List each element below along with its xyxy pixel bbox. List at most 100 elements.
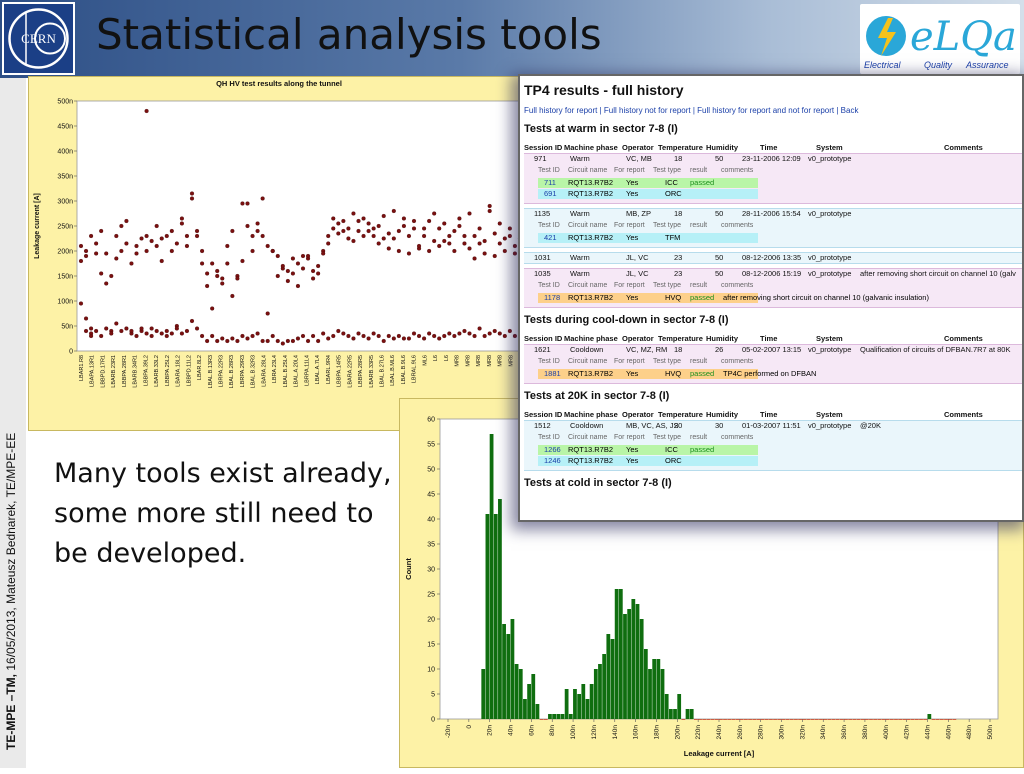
hist-xtick-label: 300n xyxy=(779,725,786,740)
scatter-point xyxy=(104,326,109,331)
tp4-test-row[interactable]: 1266 RQT13.R7B2 Yes ICC passed xyxy=(538,445,1022,455)
scatter-point xyxy=(361,233,366,239)
hist-bar xyxy=(894,719,898,720)
tp4-test-report: Yes xyxy=(626,445,639,454)
tp4-session-row[interactable]: 1035 Warm JL, VC 23 50 08-12-2006 15:19 v0_pro… xyxy=(524,269,1022,279)
hist-xtick-label: 140n xyxy=(612,725,619,740)
tp4-test-row[interactable]: 691 RQT13.R7B2 Yes ORC xyxy=(538,189,1022,199)
tp4-test-header-row: Test ID Circuit name For report Test type re… xyxy=(538,167,1022,177)
hist-xtick-label: 260n xyxy=(737,725,744,740)
tp4-test-row[interactable]: 711 RQT13.R7B2 Yes ICC passed xyxy=(538,178,1022,188)
hist-bar xyxy=(844,719,848,720)
scatter-xtick-label: LBBPD.11L2 xyxy=(186,355,192,386)
scatter-point xyxy=(275,338,280,344)
hist-bar xyxy=(598,664,602,719)
hist-xtick-label: 500n xyxy=(987,725,994,740)
scatter-point xyxy=(129,261,134,266)
scatter-point xyxy=(280,341,285,346)
elqa-tagline-3: Assurance xyxy=(965,60,1009,70)
hist-ytick-label: 10 xyxy=(427,667,435,674)
scatter-point xyxy=(477,326,482,331)
scatter-point xyxy=(109,331,114,336)
scatter-xtick-label: LBAL.B.ML6 xyxy=(390,355,396,386)
scatter-point xyxy=(154,243,159,249)
scatter-point xyxy=(487,203,492,209)
scatter-point xyxy=(472,233,477,239)
scatter-point xyxy=(184,233,190,239)
link-back[interactable]: Back xyxy=(841,106,859,115)
scatter-point xyxy=(386,231,391,236)
tp4-test-header: For report xyxy=(614,434,645,441)
tp4-session-cell: Warm xyxy=(570,209,590,218)
hist-bar xyxy=(944,719,948,720)
hist-bar xyxy=(548,714,552,719)
tp4-test-id: 1266 xyxy=(544,445,561,454)
tp4-test-row[interactable]: 421 RQT13.R7B2 Yes TFM xyxy=(538,233,1022,243)
scatter-point xyxy=(265,338,270,344)
tp4-session-row[interactable]: 971 Warm VC, MB 18 50 23-11-2006 12:09 v0_prot… xyxy=(524,154,1022,164)
scatter-xtick-label: LBRPA.22R3 xyxy=(219,355,225,387)
scatter-xtick-label: LBRPA.11L4 xyxy=(304,355,310,386)
scatter-ytick-label: 300n xyxy=(57,199,73,206)
tp4-test-header-row: Test ID Circuit name For report Test type re… xyxy=(538,358,1022,368)
scatter-point xyxy=(336,231,341,236)
scatter-point xyxy=(351,211,356,216)
tp4-test-id: 421 xyxy=(544,233,557,242)
scatter-xtick-label: LBAL.B.9L6 xyxy=(401,355,407,384)
scatter-ytick-label: 500n xyxy=(57,99,73,106)
tp4-session-cell: 18 xyxy=(674,345,683,354)
scatter-point xyxy=(194,326,200,331)
hist-bar xyxy=(643,649,648,719)
scatter-ytick-label: 50n xyxy=(61,324,73,331)
tp4-session-row[interactable]: 1135 Warm MB, ZP 18 50 28-11-2006 15:54 v0_pro… xyxy=(524,209,1022,219)
tp4-test-row[interactable]: 1246 RQT13.R7B2 Yes ORC xyxy=(538,456,1022,466)
scatter-xtick-label: MR8 xyxy=(455,355,461,367)
scatter-point xyxy=(401,336,406,341)
scatter-point xyxy=(386,246,391,251)
link-full-history-for-report[interactable]: Full history for report xyxy=(524,106,597,115)
scatter-point xyxy=(512,243,517,249)
tp4-test-header: result xyxy=(690,282,708,289)
tp4-test-report: Yes xyxy=(626,369,639,378)
link-full-history-both[interactable]: Full history for report and not for repo… xyxy=(697,106,834,115)
scatter-xtick-label: LBAL.B.25L4 xyxy=(283,355,289,387)
scatter-point xyxy=(462,241,467,246)
tp4-session-row[interactable]: 1031 Warm JL, VC 23 50 08-12-2006 13:35 v0_pro… xyxy=(524,253,1022,263)
tp4-test-result: passed xyxy=(690,445,715,454)
hist-bar xyxy=(835,719,840,720)
scatter-xtick-label: LBARB.33L2 xyxy=(154,355,160,387)
slide-title: Statistical analysis tools xyxy=(96,10,602,59)
hist-bar xyxy=(769,719,773,720)
scatter-point xyxy=(215,268,220,274)
tp4-test-row[interactable]: 1881 RQT13.R7B2 Yes HVQ passed TP4C performed… xyxy=(538,369,1022,379)
scatter-xtick-label: LBBPA.39L2 xyxy=(143,355,149,386)
tp4-session-cell: v0_prototype xyxy=(808,209,852,218)
tp4-session-cell: MB, VC, AS, JS xyxy=(626,421,679,430)
scatter-point xyxy=(512,251,517,256)
scatter-point xyxy=(220,336,225,341)
scatter-point xyxy=(174,241,179,246)
hist-bar xyxy=(493,514,498,719)
tp4-test-header: For report xyxy=(614,282,645,289)
link-full-history-not-for-report[interactable]: Full history not for report xyxy=(604,106,691,115)
hist-xtick-label: 400n xyxy=(883,725,890,740)
scatter-point xyxy=(396,228,401,234)
scatter-point xyxy=(422,233,427,239)
hist-bar xyxy=(656,659,661,719)
hist-bar xyxy=(952,719,957,720)
hist-bar xyxy=(927,714,932,719)
scatter-point xyxy=(316,338,321,344)
tp4-session-cell: 05-02-2007 13:15 xyxy=(742,345,802,354)
hist-bar xyxy=(785,719,790,720)
scatter-xtick-label: MR8 xyxy=(508,355,514,367)
scatter-point xyxy=(316,271,321,276)
scatter-xtick-label: LBAPA.13R1 xyxy=(90,355,96,387)
scatter-point xyxy=(300,333,306,339)
tp4-test-row[interactable]: 1178 RQT13.R7B2 Yes HVQ passed after removing… xyxy=(538,293,1022,303)
tp4-test-type: ORC xyxy=(665,189,682,198)
tp4-session-row[interactable]: 1512 Cooldown MB, VC, AS, JS 20 30 01-03-2007… xyxy=(524,421,1022,431)
scatter-point xyxy=(391,208,396,214)
scatter-ytick-label: 0 xyxy=(69,349,73,356)
tp4-session-row[interactable]: 1621 Cooldown VC, MZ, RM 18 26 05-02-2007 13:… xyxy=(524,345,1022,355)
tp4-section-title: Tests at 20K in sector 7-8 (I) xyxy=(524,390,670,402)
